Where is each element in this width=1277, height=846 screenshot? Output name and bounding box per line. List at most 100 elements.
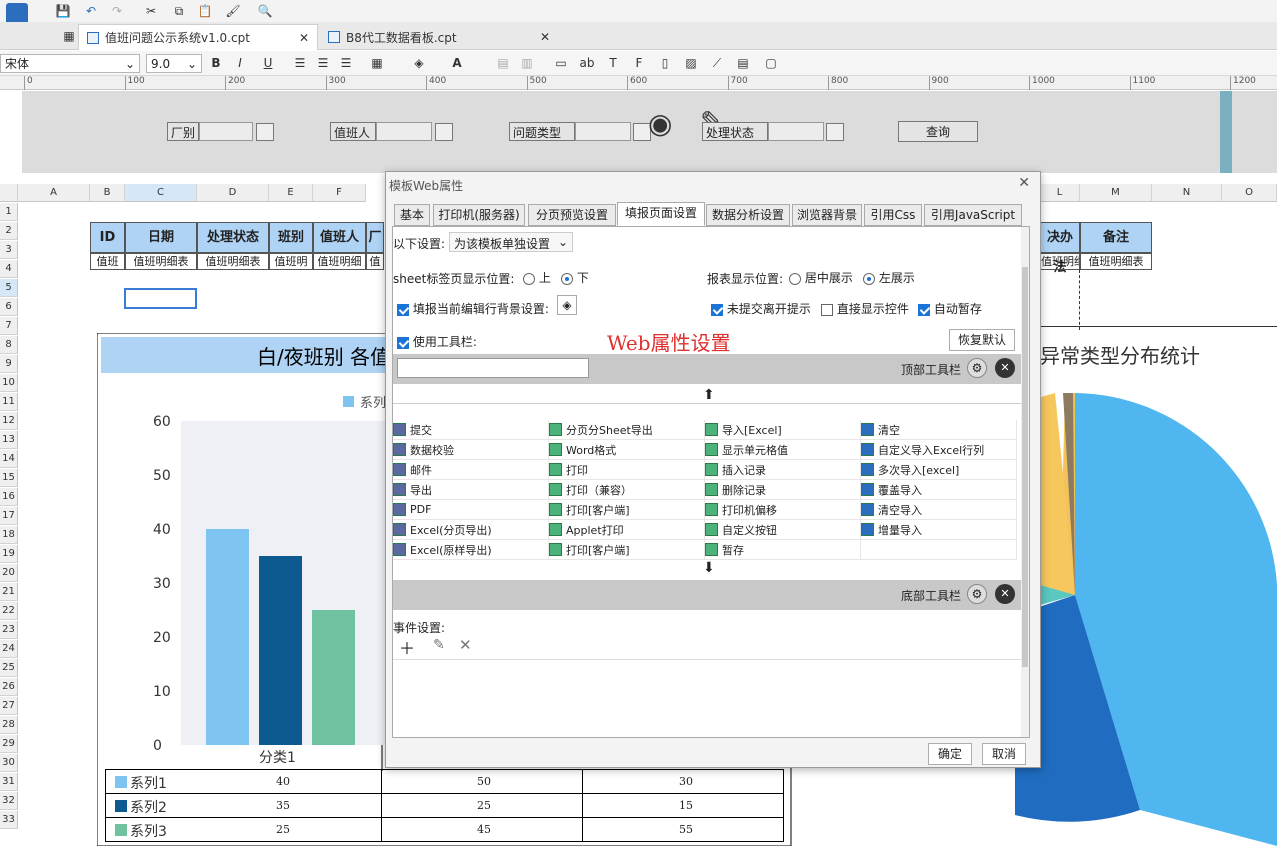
toolbar-item[interactable]: 增量导入 [861,520,1017,540]
data-cell[interactable]: 值班明细表 [197,253,269,270]
events-list[interactable] [393,659,1021,737]
row-header[interactable]: 23 [0,621,18,639]
richtext-icon[interactable]: T [604,54,622,72]
formula-icon[interactable]: F [630,54,648,72]
edit-icon[interactable]: ✎ [433,637,445,653]
dialog-tab[interactable]: 引用JavaScript [924,204,1022,226]
toolbar-item[interactable]: 自定义按钮 [705,520,861,540]
bold-icon[interactable]: B [207,54,225,72]
data-cell[interactable]: 值班明 [269,253,313,270]
cut-icon[interactable]: ✂ [142,2,160,20]
font-color-icon[interactable]: A [448,54,466,72]
use-toolbar-checkbox[interactable]: 使用工具栏: [397,333,477,350]
toolbar-item[interactable]: 清空 [861,420,1017,440]
image-icon[interactable]: ▨ [682,54,700,72]
add-icon[interactable]: ＋ [399,635,415,659]
column-header[interactable]: D [197,184,269,202]
gear-icon[interactable]: ⚙ [967,358,987,378]
subreport-icon[interactable]: ▤ [734,54,752,72]
status-input[interactable] [768,122,824,141]
row-header[interactable]: 15 [0,469,18,487]
toolbar-item[interactable]: 显示单元格值 [705,440,861,460]
align-left-icon[interactable]: ☰ [291,54,309,72]
dialog-tab[interactable]: 浏览器背景 [792,204,862,226]
header-cell[interactable]: 日期 [125,222,197,253]
delete-icon[interactable]: ✕ [459,636,472,654]
ok-button[interactable]: 确定 [928,743,972,765]
underline-icon[interactable]: U [259,54,277,72]
row-header[interactable]: 8 [0,336,18,354]
cancel-button[interactable]: 取消 [982,743,1026,765]
border-icon[interactable]: ▦ [368,54,386,72]
row-header[interactable]: 9 [0,355,18,373]
row-header[interactable]: 22 [0,602,18,620]
toolbar-item[interactable]: 删除记录 [705,480,861,500]
panel-scrollbar[interactable] [1021,227,1029,737]
copy-icon[interactable]: ⧉ [170,2,188,20]
row-header[interactable]: 13 [0,431,18,449]
format-painter-icon[interactable]: 🖌 [224,2,242,20]
row-header[interactable]: 29 [0,735,18,753]
corner-header[interactable] [0,184,18,202]
column-header[interactable]: M [1080,184,1152,202]
toolbar-item[interactable]: 覆盖导入 [861,480,1017,500]
paste-icon[interactable]: 📋 [196,2,214,20]
undo-icon[interactable]: ↶ [82,2,100,20]
insert-row-icon[interactable]: ▭ [552,54,570,72]
restore-default-button[interactable]: 恢复默认 [949,329,1015,351]
row-header[interactable]: 20 [0,564,18,582]
remove-icon[interactable]: ✕ [995,584,1015,604]
selected-cell[interactable] [124,288,197,309]
column-header[interactable]: F [313,184,366,202]
header-cell[interactable]: 值班人 [313,222,366,253]
row-header[interactable]: 27 [0,697,18,715]
toolbar-item[interactable]: 暂存 [705,540,861,560]
toolbar-item[interactable]: 打印（兼容） [549,480,705,500]
toolbar-item[interactable]: Excel(分页导出) [393,520,549,540]
column-header[interactable]: A [18,184,90,202]
toolbar-item[interactable]: 提交 [393,420,549,440]
save-icon[interactable]: 💾 [54,2,72,20]
unmerge-icon[interactable]: ▥ [518,54,536,72]
toolbar-item[interactable]: 导出 [393,480,549,500]
font-select[interactable]: 宋体 ⌄ [0,54,140,73]
toolbar-item[interactable]: Word格式 [549,440,705,460]
close-icon[interactable]: ✕ [299,31,309,45]
factory-picker-button[interactable] [256,123,274,141]
dialog-tab[interactable]: 数据分析设置 [706,204,790,226]
toolbar-item[interactable]: 清空导入 [861,500,1017,520]
column-header[interactable]: N [1152,184,1222,202]
row-header[interactable]: 18 [0,526,18,544]
arrow-down-icon[interactable]: ⬇ [703,560,715,576]
toolbar-item[interactable]: 打印 [549,460,705,480]
header-cell[interactable]: 班别 [269,222,313,253]
issue-type-input[interactable] [575,122,631,141]
tab-file-2[interactable]: B8代工数据看板.cpt ✕ [320,24,558,50]
arrow-up-icon[interactable]: ⬆ [703,387,715,403]
toolbar-item[interactable]: 插入记录 [705,460,861,480]
slash-icon[interactable]: ⟋ [708,54,726,72]
toolbar-item[interactable]: 自定义导入Excel行列 [861,440,1017,460]
dialog-tab[interactable]: 引用Css [864,204,922,226]
row-header[interactable]: 21 [0,583,18,601]
row-header[interactable]: 33 [0,811,18,829]
row-bg-checkbox[interactable]: 填报当前编辑行背景设置: [397,300,549,317]
remove-icon[interactable]: ✕ [995,358,1015,378]
row-header[interactable]: 2 [0,222,18,240]
query-button[interactable]: 查询 [898,121,978,142]
toolbar-item[interactable]: Applet打印 [549,520,705,540]
row-header[interactable]: 19 [0,545,18,563]
fill-color-icon[interactable]: ◈ [410,54,428,72]
person-picker-button[interactable] [435,123,453,141]
row-header[interactable]: 4 [0,260,18,278]
toolbar-item[interactable]: Excel(原样导出) [393,540,549,560]
radio-left[interactable]: 左展示 [863,269,915,286]
row-header[interactable]: 16 [0,488,18,506]
paint-bucket-icon[interactable]: ◈ [557,295,577,315]
align-center-icon[interactable]: ☰ [314,54,332,72]
row-header[interactable]: 32 [0,792,18,810]
status-picker-button[interactable] [826,123,844,141]
font-size-select[interactable]: 9.0 ⌄ [146,54,202,73]
dialog-tab[interactable]: 填报页面设置 [617,202,705,226]
row-header[interactable]: 26 [0,678,18,696]
